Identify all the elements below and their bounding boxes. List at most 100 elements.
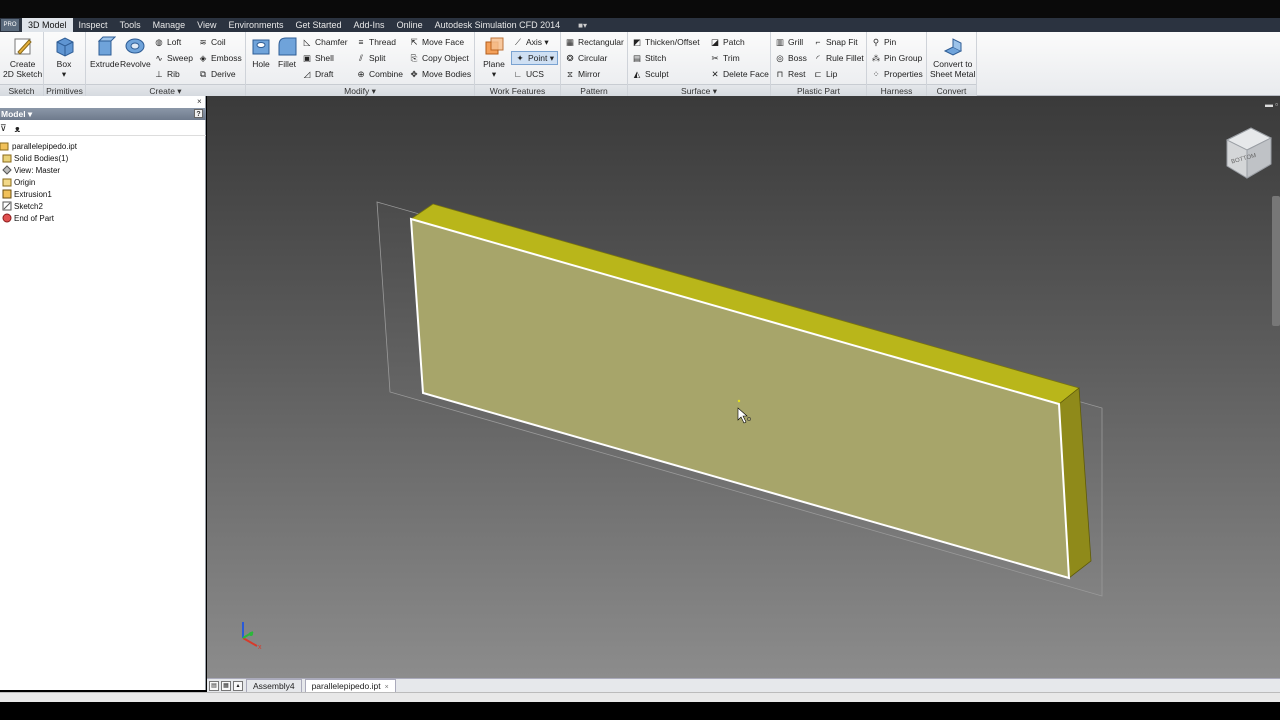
filter-icon[interactable]: ⊽ (0, 123, 7, 134)
sculpt-button[interactable]: ◭ Sculpt (632, 67, 669, 81)
delete-face-button[interactable]: ✕ Delete Face (710, 67, 768, 81)
browser-header[interactable]: Model ▾ ? (0, 108, 206, 120)
draft-button[interactable]: ◿ Draft (302, 67, 334, 81)
browser-help-icon[interactable]: ? (194, 109, 203, 118)
ribbon-display-toggle-icon[interactable]: ■▾ (578, 21, 587, 30)
end-of-part-icon (2, 213, 12, 223)
panel-label-modify[interactable]: Modify ▾ (246, 84, 474, 96)
grill-button[interactable]: ▥ Grill (775, 35, 803, 49)
emboss-button[interactable]: ◈ Emboss (198, 51, 242, 65)
pin-group-icon: ⁂ (871, 52, 881, 63)
coil-button[interactable]: ≋ Coil (198, 35, 225, 49)
graphics-viewport[interactable]: ▬ ▫ x BOTTOM (207, 96, 1280, 678)
extrusion-feature-icon (2, 189, 12, 199)
tab-online[interactable]: Online (391, 18, 429, 32)
ribbon: Create 2D Sketch Sketch Box ▾ Primitives… (0, 32, 1280, 96)
tab-inspect[interactable]: Inspect (73, 18, 114, 32)
tab-manage[interactable]: Manage (147, 18, 192, 32)
revolve-icon (124, 35, 146, 57)
viewport-nav-bar[interactable] (1272, 196, 1280, 326)
sweep-button[interactable]: ∿ Sweep (154, 51, 193, 65)
ucs-button[interactable]: ∟ UCS (513, 67, 544, 81)
doc-tab-parallelepipedo[interactable]: parallelepipedo.ipt × (304, 679, 396, 692)
tile-windows-icon[interactable]: ▤ (209, 680, 219, 691)
move-bodies-button[interactable]: ✥ Move Bodies (409, 67, 471, 81)
snap-fit-button[interactable]: ⌐ Snap Fit (813, 35, 858, 49)
pin-group-button[interactable]: ⁂ Pin Group (871, 51, 923, 65)
fillet-button[interactable]: Fillet (276, 35, 298, 69)
tree-item-end-of-part[interactable]: End of Part (0, 212, 206, 224)
create-2d-sketch-button[interactable]: Create 2D Sketch (3, 35, 42, 79)
trim-icon: ✂ (711, 52, 719, 63)
hole-button[interactable]: Hole (250, 35, 272, 69)
solid-front-face[interactable] (409, 217, 1071, 580)
axis-button[interactable]: ⟋ Axis ▾ (513, 35, 549, 49)
part-file-icon (0, 141, 10, 151)
combine-button[interactable]: ⊕ Combine (356, 67, 403, 81)
application-menu-button[interactable]: PRO (1, 19, 19, 31)
shell-button[interactable]: ▣ Shell (302, 51, 334, 65)
point-button[interactable]: ✦ Point ▾ (511, 51, 559, 65)
document-list-icon[interactable]: ▴ (233, 680, 243, 691)
extrude-button[interactable]: Extrude (90, 35, 119, 69)
tab-autodesk-simulation-cfd[interactable]: Autodesk Simulation CFD 2014 (429, 18, 567, 32)
panel-label-surface[interactable]: Surface ▾ (628, 84, 770, 96)
loft-button[interactable]: ◍ Loft (154, 35, 181, 49)
tree-item-sketch2[interactable]: Sketch2 (0, 200, 206, 212)
thread-button[interactable]: ≡ Thread (356, 35, 396, 49)
move-face-button[interactable]: ⇱ Move Face (409, 35, 464, 49)
doc-tab-assembly4[interactable]: Assembly4 (246, 679, 302, 692)
properties-button[interactable]: ⁘ Properties (871, 67, 922, 81)
plane-button[interactable]: Plane ▾ (483, 35, 505, 79)
circular-pattern-button[interactable]: ❂ Circular (565, 51, 607, 65)
tab-tools[interactable]: Tools (114, 18, 147, 32)
trim-button[interactable]: ✂ Trim (710, 51, 739, 65)
doc-tab-close-icon[interactable]: × (385, 684, 389, 691)
panel-label-create[interactable]: Create ▾ (86, 84, 245, 96)
coil-icon: ≋ (199, 36, 207, 47)
tree-item-view-master[interactable]: View: Master (0, 164, 206, 176)
boss-button[interactable]: ◎ Boss (775, 51, 807, 65)
thicken-offset-button[interactable]: ◩ Thicken/Offset (632, 35, 700, 49)
mirror-button[interactable]: ⧖ Mirror (565, 67, 600, 81)
tab-3d-model[interactable]: 3D Model (22, 18, 73, 32)
rest-button[interactable]: ⊓ Rest (775, 67, 806, 81)
sketch-pencil-icon (12, 35, 34, 57)
revolve-button[interactable]: Revolve (120, 35, 151, 69)
sketch-icon (2, 201, 12, 211)
chamfer-button[interactable]: ◺ Chamfer (302, 35, 348, 49)
sketch-panel: Create 2D Sketch Sketch (0, 32, 44, 96)
rule-fillet-button[interactable]: ◜ Rule Fillet (813, 51, 863, 65)
plane-icon (483, 35, 505, 57)
panel-label-plastic-part: Plastic Part (771, 84, 866, 96)
tab-get-started[interactable]: Get Started (290, 18, 348, 32)
derive-button[interactable]: ⧉ Derive (198, 67, 236, 81)
tree-item-origin[interactable]: Origin (0, 176, 206, 188)
copy-object-button[interactable]: ⎘ Copy Object (409, 51, 469, 65)
tab-view[interactable]: View (191, 18, 222, 32)
tab-add-ins[interactable]: Add-Ins (348, 18, 391, 32)
viewcube[interactable]: BOTTOM (1223, 126, 1273, 182)
hole-icon (250, 35, 272, 57)
tab-environments[interactable]: Environments (222, 18, 289, 32)
box-button[interactable]: Box ▾ (53, 35, 75, 79)
rectangular-pattern-button[interactable]: ▦ Rectangular (565, 35, 624, 49)
cascade-windows-icon[interactable]: ▦ (221, 680, 231, 691)
tree-item-solid-bodies[interactable]: Solid Bodies(1) (0, 152, 206, 164)
patch-button[interactable]: ◪ Patch (710, 35, 745, 49)
convert-to-sheet-metal-button[interactable]: Convert to Sheet Metal (930, 35, 975, 79)
shell-icon: ▣ (302, 52, 312, 63)
coordinate-triad-icon: x (242, 622, 262, 651)
lip-button[interactable]: ⊏ Lip (813, 67, 837, 81)
pin-button[interactable]: ⚲ Pin (871, 35, 896, 49)
browser-close-icon[interactable]: × (197, 97, 202, 106)
rib-button[interactable]: ⊥ Rib (154, 67, 179, 81)
view-rep-icon (2, 165, 12, 175)
stitch-button[interactable]: ▤ Stitch (632, 51, 666, 65)
tree-item-extrusion1[interactable]: Extrusion1 (0, 188, 206, 200)
tree-item-part[interactable]: parallelepipedo.ipt (0, 140, 206, 152)
move-face-icon: ⇱ (410, 36, 418, 47)
find-binoculars-icon[interactable]: ᴥ (15, 124, 21, 134)
split-button[interactable]: ⫽ Split (356, 51, 385, 65)
panel-label-primitives: Primitives (44, 84, 85, 96)
